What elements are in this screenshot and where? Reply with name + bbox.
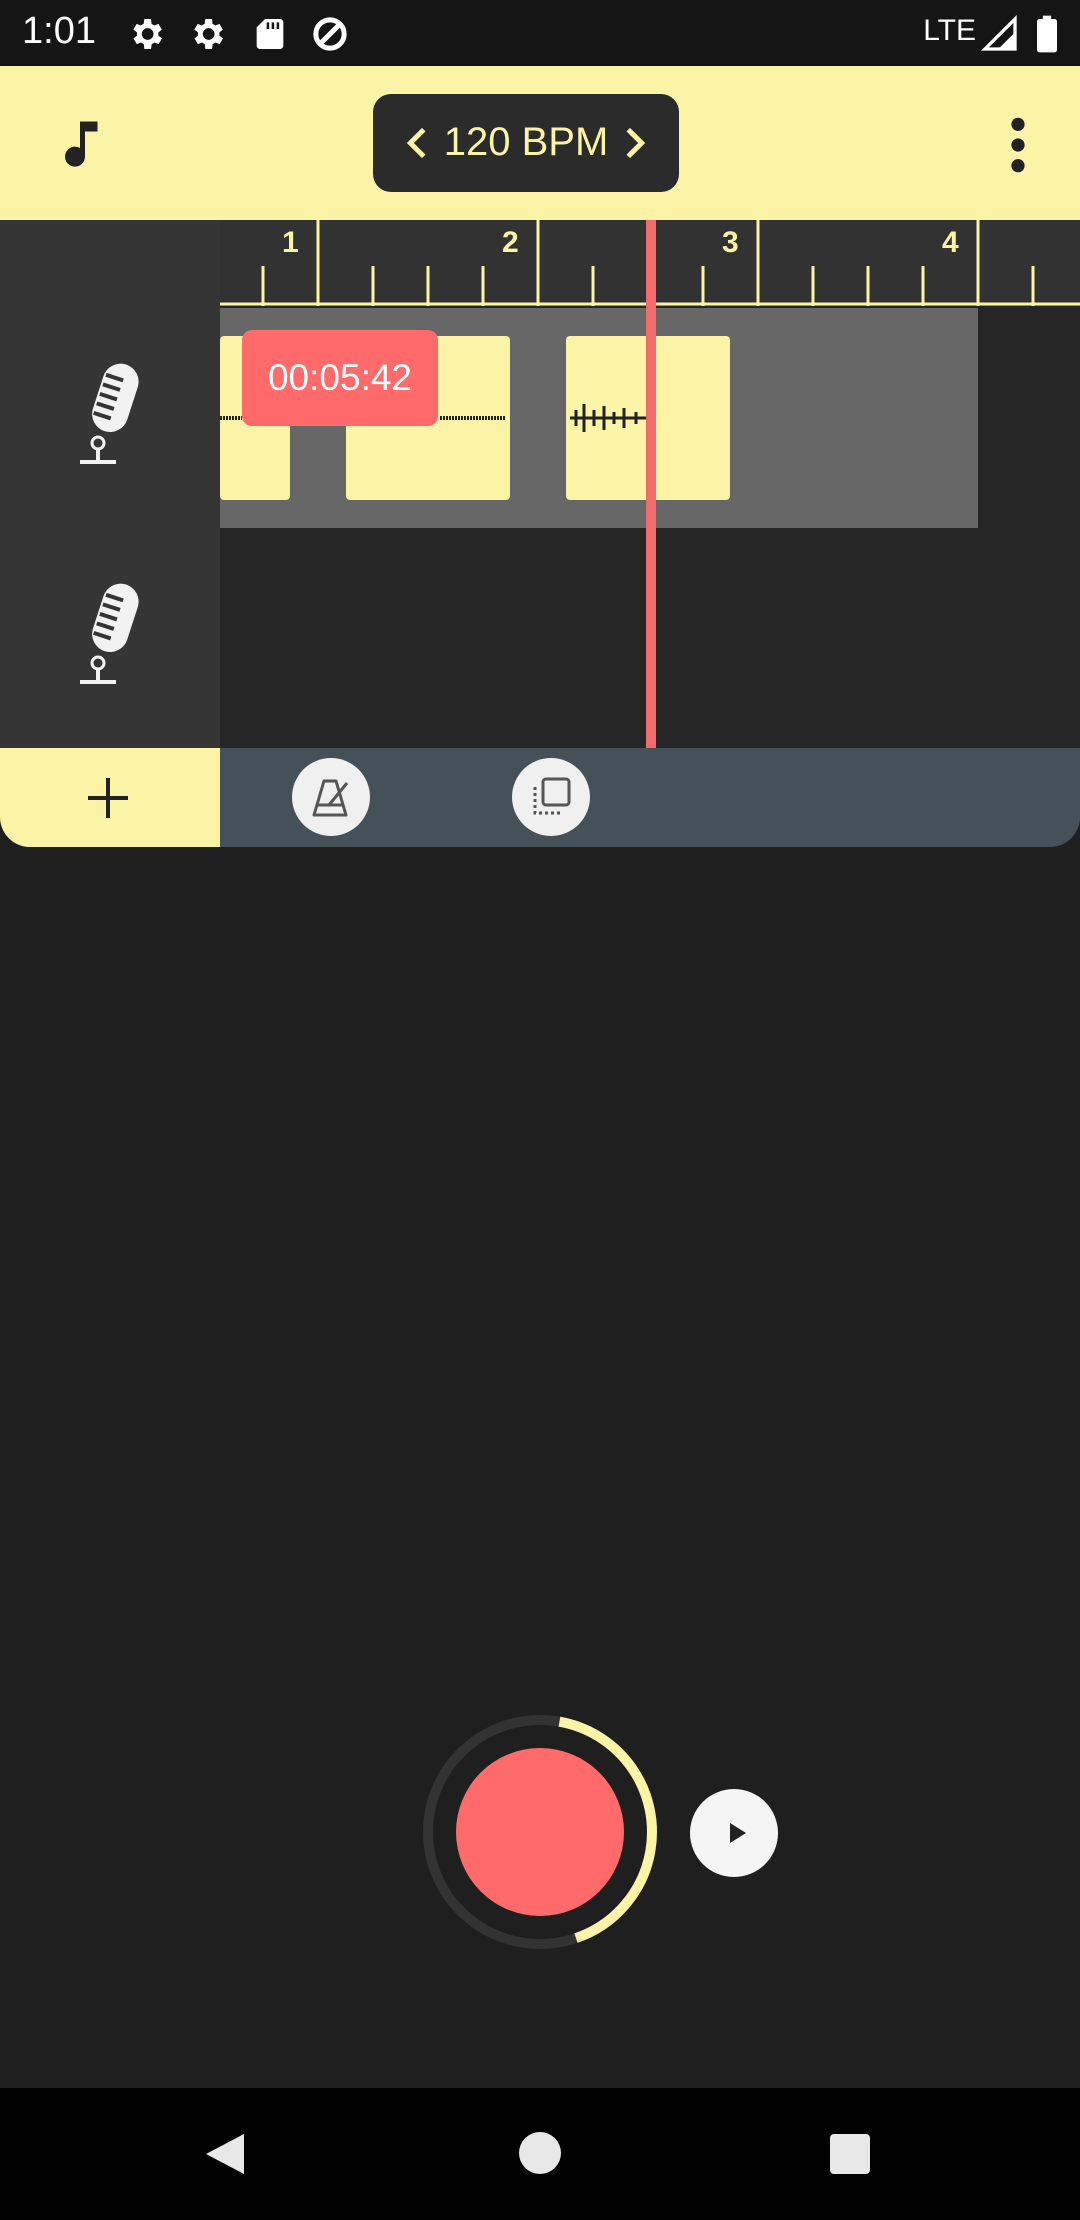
home-icon[interactable] [519, 2132, 561, 2174]
track-tools [220, 748, 1080, 847]
bar-number: 2 [502, 226, 519, 259]
elapsed-time-badge: 00:05:42 [242, 330, 438, 426]
copy-layers-button[interactable] [512, 758, 590, 836]
metronome-icon [312, 779, 349, 817]
sd-card-icon [256, 19, 284, 49]
music-note-icon[interactable] [50, 114, 110, 174]
add-icon [88, 778, 128, 818]
play-icon [730, 1823, 746, 1843]
settings-icon [194, 19, 223, 49]
play-button[interactable] [690, 1789, 778, 1877]
bar-number: 3 [722, 226, 739, 259]
bar-number: 4 [942, 226, 959, 259]
status-bar: 1:01 LTE [0, 0, 1080, 66]
playhead[interactable] [646, 220, 656, 748]
bar-number: 1 [282, 226, 299, 259]
track-2-microphone-icon[interactable] [66, 578, 156, 688]
chevron-right-icon[interactable] [611, 120, 657, 166]
record-button[interactable] [456, 1748, 624, 1916]
track-list [0, 220, 220, 748]
timeline[interactable]: 1 2 3 4 [220, 220, 1080, 748]
copy-layers-icon [533, 777, 571, 815]
battery-icon [1037, 15, 1057, 53]
add-track-button[interactable] [0, 748, 220, 847]
track-1-microphone-icon[interactable] [66, 358, 156, 468]
settings-icon [133, 19, 162, 49]
signal-icon [980, 14, 1017, 51]
app-bar: 120 BPM [0, 66, 1080, 220]
metronome-button[interactable] [292, 758, 370, 836]
network-type: LTE [923, 14, 976, 47]
recents-icon[interactable] [830, 2134, 870, 2174]
navigation-bar [0, 2088, 1080, 2220]
more-vert-icon[interactable] [998, 114, 1038, 176]
back-icon[interactable] [202, 2130, 248, 2178]
tempo-selector[interactable]: 120 BPM [373, 94, 679, 192]
data-saver-icon [313, 17, 347, 51]
status-time: 1:01 [22, 10, 96, 52]
